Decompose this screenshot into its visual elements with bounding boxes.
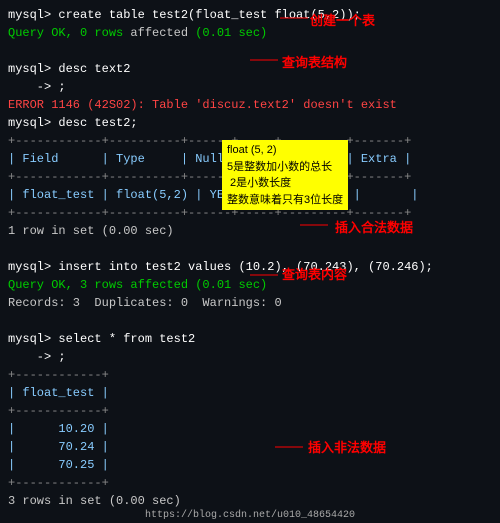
float-desc2: 2是小数长度: [227, 175, 343, 192]
line-19: mysql> select * from test2: [8, 330, 492, 348]
annotation-insert-valid: 插入合法数据: [335, 217, 413, 236]
line-3: [8, 42, 492, 60]
line-21: +------------+: [8, 366, 492, 384]
line-18: [8, 312, 492, 330]
line-14: [8, 240, 492, 258]
float-explanation-box: float (5, 2) 5是整数加小数的总长 2是小数长度 整数意味着只有3位…: [222, 140, 348, 210]
annotation-desc-table: 查询表结构: [282, 52, 347, 71]
line-22: | float_test |: [8, 384, 492, 402]
line-26: | 70.25 |: [8, 456, 492, 474]
line-13: 1 row in set (0.00 sec): [8, 222, 492, 240]
line-20: -> ;: [8, 348, 492, 366]
line-27: +------------+: [8, 474, 492, 492]
float-desc1: 5是整数加小数的总长: [227, 159, 343, 176]
line-17: Records: 3 Duplicates: 0 Warnings: 0: [8, 294, 492, 312]
line-4: mysql> desc text2: [8, 60, 492, 78]
line-6: ERROR 1146 (42S02): Table 'discuz.text2'…: [8, 96, 492, 114]
line-24: | 10.20 |: [8, 420, 492, 438]
float-title: float (5, 2): [227, 142, 343, 159]
line-15: mysql> insert into test2 values (10.2), …: [8, 258, 492, 276]
float-desc3: 整数意味着只有3位长度: [227, 192, 343, 209]
line-16: Query OK, 3 rows affected (0.01 sec): [8, 276, 492, 294]
line-28: 3 rows in set (0.00 sec): [8, 492, 492, 510]
annotation-create-table: 创建一个表: [310, 10, 375, 29]
line-1: mysql> create table test2(float_test flo…: [8, 6, 492, 24]
annotation-select: 查询表内容: [282, 264, 347, 283]
line-23: +------------+: [8, 402, 492, 420]
line-7: mysql> desc test2;: [8, 114, 492, 132]
watermark: https://blog.csdn.net/u010_48654420: [145, 510, 355, 521]
terminal: mysql> create table test2(float_test flo…: [0, 0, 500, 523]
annotation-insert-invalid: 插入非法数据: [308, 437, 386, 456]
line-25: | 70.24 |: [8, 438, 492, 456]
line-2: Query OK, 0 rows affected (0.01 sec): [8, 24, 492, 42]
line-5: -> ;: [8, 78, 492, 96]
